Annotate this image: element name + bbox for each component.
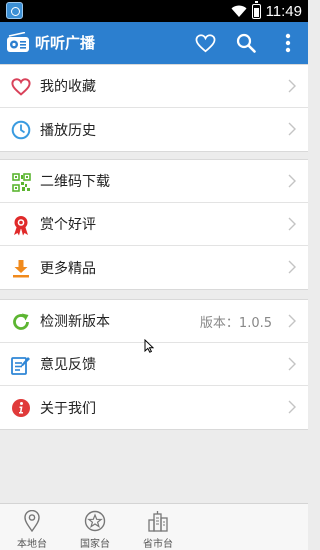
overflow-menu-icon [285, 33, 291, 53]
menu-item-label: 更多精品 [40, 260, 96, 277]
qr-code-icon [10, 171, 32, 193]
feedback-edit-icon [10, 354, 32, 376]
chevron-right-icon [288, 400, 296, 414]
menu-item-rate-app[interactable]: 赏个好评 [0, 203, 308, 246]
heart-outline-icon [195, 33, 215, 52]
star-badge-icon [84, 510, 106, 532]
mouse-cursor-icon [144, 339, 154, 353]
tab-local-stations[interactable]: 本地台 [0, 504, 64, 550]
award-ribbon-icon [10, 214, 32, 236]
chevron-right-icon [288, 122, 296, 136]
tab-label: 省市台 [143, 539, 173, 550]
search-button[interactable] [234, 31, 258, 55]
menu-item-label: 关于我们 [40, 400, 96, 417]
menu-item-check-update[interactable]: 检测新版本 版本：1.0.5 [0, 300, 308, 343]
notification-app-icon [6, 2, 23, 19]
chevron-right-icon [288, 314, 296, 328]
menu-item-label: 意见反馈 [40, 357, 96, 373]
chevron-right-icon [288, 357, 296, 371]
search-icon [236, 33, 256, 53]
settings-group-about: 检测新版本 版本：1.0.5 意见反馈 关于我们 [0, 299, 308, 430]
menu-item-feedback[interactable]: 意见反馈 [0, 343, 308, 386]
refresh-icon [10, 311, 32, 333]
menu-item-label: 我的收藏 [40, 79, 96, 95]
chevron-right-icon [288, 260, 296, 274]
location-pin-icon [24, 510, 40, 532]
heart-icon [10, 76, 32, 98]
menu-item-qr-download[interactable]: 二维码下载 [0, 160, 308, 203]
battery-icon [251, 0, 261, 19]
menu-item-about[interactable]: 关于我们 [0, 386, 308, 429]
status-bar: 11:49 [0, 0, 308, 22]
tab-label: 本地台 [17, 539, 47, 550]
menu-item-more-apps[interactable]: 更多精品 [0, 246, 308, 289]
app-title: 听听广播 [35, 34, 96, 52]
settings-group-share: 二维码下载 赏个好评 更多精品 [0, 159, 308, 290]
radio-logo-icon [7, 32, 29, 52]
download-icon [10, 257, 32, 279]
menu-item-label: 检测新版本 [40, 314, 110, 330]
version-text: 版本：1.0.5 [199, 315, 272, 331]
bottom-tab-bar: 本地台 国家台 省市台 [0, 503, 308, 550]
city-buildings-icon [148, 511, 168, 532]
favorite-button[interactable] [193, 31, 217, 55]
chevron-right-icon [288, 174, 296, 188]
clock-icon [10, 119, 32, 141]
app-header: 听听广播 [0, 22, 308, 64]
info-icon [10, 397, 32, 419]
settings-group-personal: 我的收藏 播放历史 [0, 64, 308, 152]
menu-item-label: 赏个好评 [40, 217, 96, 233]
tab-provincial-stations[interactable]: 省市台 [126, 504, 190, 550]
menu-item-history[interactable]: 播放历史 [0, 108, 308, 151]
chevron-right-icon [288, 217, 296, 231]
tab-national-stations[interactable]: 国家台 [63, 504, 127, 550]
menu-item-label: 二维码下载 [40, 174, 110, 190]
chevron-right-icon [288, 79, 296, 93]
menu-item-favorites[interactable]: 我的收藏 [0, 65, 308, 108]
more-menu-button[interactable] [276, 31, 300, 55]
status-time: 11:49 [265, 2, 302, 20]
tab-label: 国家台 [80, 539, 110, 550]
wifi-icon [231, 5, 247, 17]
menu-item-label: 播放历史 [40, 122, 96, 139]
